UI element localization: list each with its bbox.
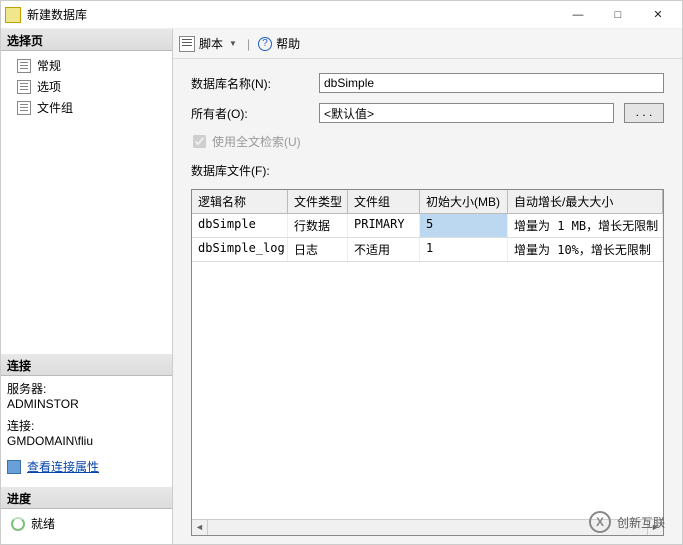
page-icon xyxy=(17,101,31,115)
minimize-button[interactable]: — xyxy=(558,3,598,27)
cell-initial-size[interactable]: 5 xyxy=(420,214,508,237)
files-label: 数据库文件(F): xyxy=(191,160,664,179)
sidebar-item-label: 文件组 xyxy=(37,99,73,116)
sidebar: 选择页 常规 选项 文件组 连接 服务器: ADMINSTOR 连接: GMDO… xyxy=(1,29,173,544)
sidebar-item-options[interactable]: 选项 xyxy=(7,76,166,97)
cell-logical-name[interactable]: dbSimple_log xyxy=(192,238,288,261)
connection-value: GMDOMAIN\fliu xyxy=(7,434,166,448)
window-icon xyxy=(5,7,21,23)
close-button[interactable]: ✕ xyxy=(638,3,678,27)
help-button[interactable]: 帮助 xyxy=(276,35,300,52)
db-name-input[interactable] xyxy=(319,73,664,93)
scroll-left-icon[interactable]: ◄ xyxy=(192,520,208,536)
col-logical-name[interactable]: 逻辑名称 xyxy=(192,190,288,213)
table-row[interactable]: dbSimple 行数据 PRIMARY 5 增量为 1 MB，增长无限制 xyxy=(192,214,663,238)
view-connection-props-link[interactable]: 查看连接属性 xyxy=(27,458,99,475)
grid-body: dbSimple 行数据 PRIMARY 5 增量为 1 MB，增长无限制 db… xyxy=(192,214,663,519)
db-name-label: 数据库名称(N): xyxy=(191,75,309,92)
grid-header: 逻辑名称 文件类型 文件组 初始大小(MB) 自动增长/最大大小 xyxy=(192,190,663,214)
window-title: 新建数据库 xyxy=(27,6,558,23)
cell-filegroup[interactable]: PRIMARY xyxy=(348,214,420,237)
script-button[interactable]: 脚本 xyxy=(199,35,223,52)
connection-label: 连接: xyxy=(7,417,166,434)
page-icon xyxy=(17,59,31,73)
script-dropdown-icon[interactable]: ▼ xyxy=(227,39,239,48)
fulltext-label: 使用全文检索(U) xyxy=(212,133,301,150)
watermark-text: 创新互联 xyxy=(617,514,665,531)
cell-filegroup[interactable]: 不适用 xyxy=(348,238,420,261)
server-icon xyxy=(7,460,21,474)
select-page-header: 选择页 xyxy=(1,29,172,51)
col-file-type[interactable]: 文件类型 xyxy=(288,190,348,213)
server-label: 服务器: xyxy=(7,380,166,397)
watermark-logo-icon: X xyxy=(589,511,611,533)
script-icon xyxy=(179,36,195,52)
page-icon xyxy=(17,80,31,94)
cell-initial-size[interactable]: 1 xyxy=(420,238,508,261)
cell-autogrowth[interactable]: 增量为 1 MB，增长无限制 xyxy=(508,214,663,237)
maximize-button[interactable]: □ xyxy=(598,3,638,27)
owner-browse-button[interactable]: . . . xyxy=(624,103,664,123)
col-filegroup[interactable]: 文件组 xyxy=(348,190,420,213)
watermark: X 创新互联 xyxy=(589,511,665,533)
main-content: 脚本 ▼ | ? 帮助 数据库名称(N): 所有者(O): . . . xyxy=(173,29,682,544)
cell-logical-name[interactable]: dbSimple xyxy=(192,214,288,237)
sidebar-item-label: 常规 xyxy=(37,57,61,74)
cell-autogrowth[interactable]: 增量为 10%，增长无限制 xyxy=(508,238,663,261)
sidebar-item-label: 选项 xyxy=(37,78,61,95)
connection-header: 连接 xyxy=(1,354,172,376)
progress-ready-icon xyxy=(11,517,25,531)
cell-file-type[interactable]: 日志 xyxy=(288,238,348,261)
col-initial-size[interactable]: 初始大小(MB) xyxy=(420,190,508,213)
col-autogrowth[interactable]: 自动增长/最大大小 xyxy=(508,190,663,213)
help-icon: ? xyxy=(258,37,272,51)
progress-status: 就绪 xyxy=(31,515,55,532)
toolbar: 脚本 ▼ | ? 帮助 xyxy=(173,29,682,59)
toolbar-separator: | xyxy=(243,37,254,51)
server-value: ADMINSTOR xyxy=(7,397,166,411)
files-grid[interactable]: 逻辑名称 文件类型 文件组 初始大小(MB) 自动增长/最大大小 dbSimpl… xyxy=(191,189,664,536)
fulltext-checkbox xyxy=(193,135,206,148)
progress-header: 进度 xyxy=(1,487,172,509)
owner-label: 所有者(O): xyxy=(191,105,309,122)
title-bar: 新建数据库 — □ ✕ xyxy=(1,1,682,29)
sidebar-item-filegroups[interactable]: 文件组 xyxy=(7,97,166,118)
cell-file-type[interactable]: 行数据 xyxy=(288,214,348,237)
table-row[interactable]: dbSimple_log 日志 不适用 1 增量为 10%，增长无限制 xyxy=(192,238,663,262)
sidebar-item-general[interactable]: 常规 xyxy=(7,55,166,76)
owner-input[interactable] xyxy=(319,103,614,123)
